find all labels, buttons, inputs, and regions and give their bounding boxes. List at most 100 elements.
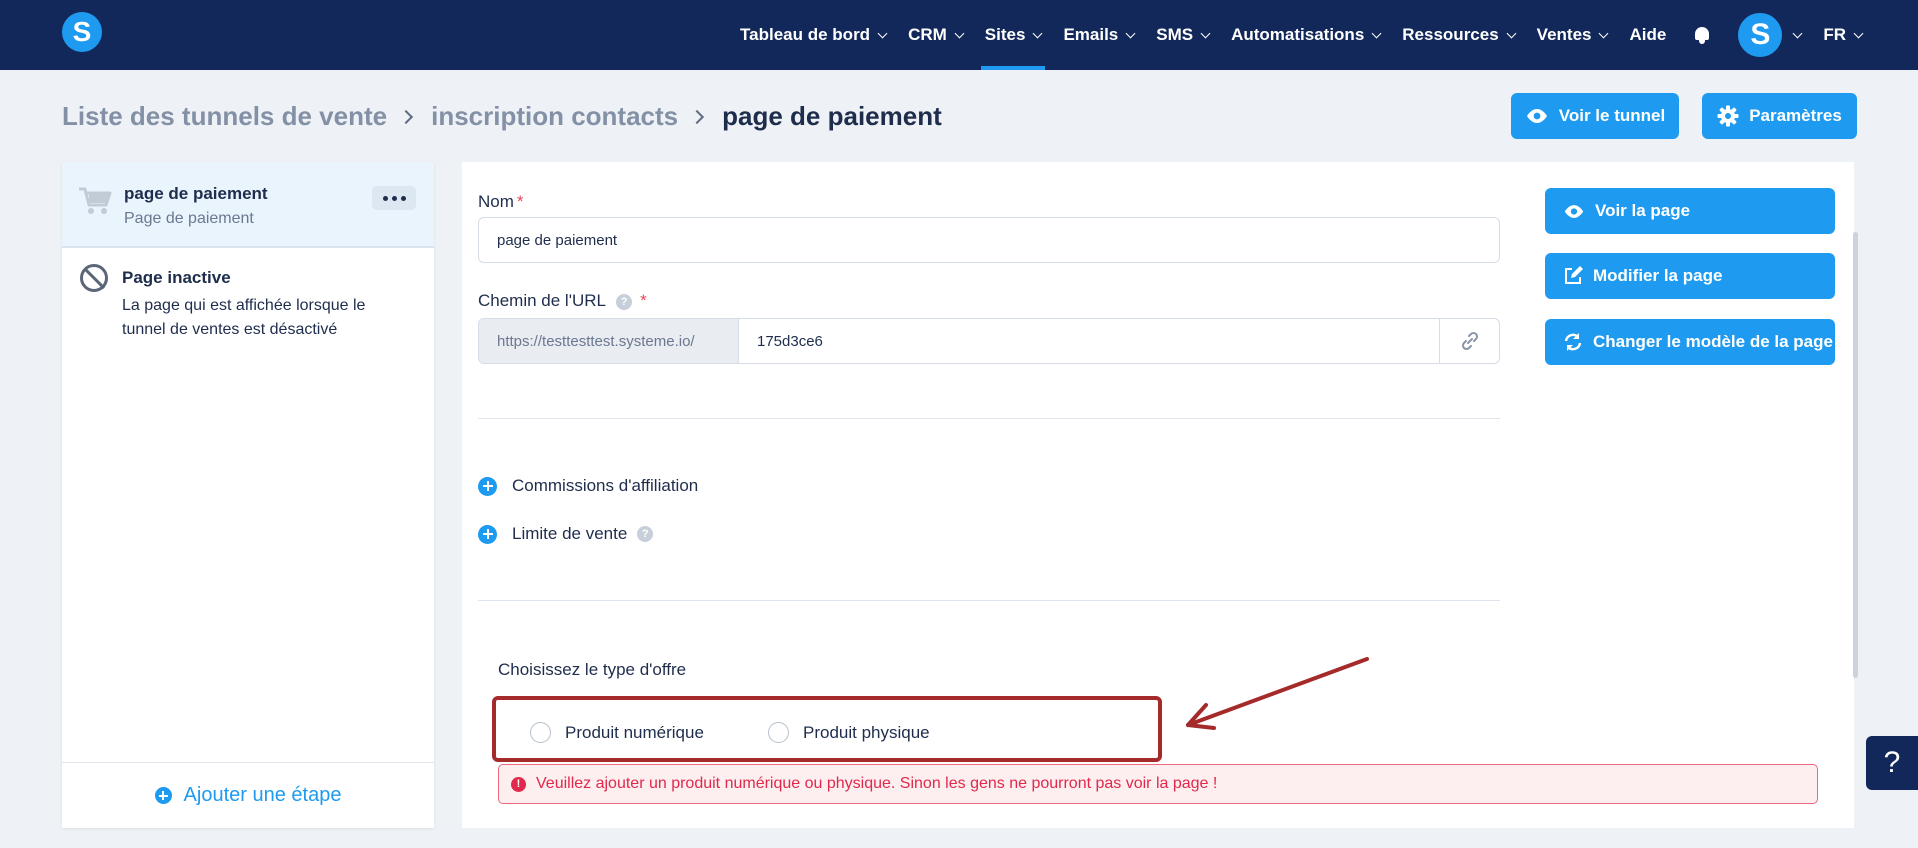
page-name-input[interactable]: page de paiement <box>478 217 1500 263</box>
radio-label: Produit numérique <box>565 722 704 742</box>
url-label-text: Chemin de l'URL <box>478 291 606 310</box>
avatar[interactable]: S <box>1738 13 1783 57</box>
language-selector[interactable]: FR <box>1823 0 1864 70</box>
url-prefix: https://testtesttest.systeme.io/ <box>479 319 739 363</box>
chevron-down-icon <box>1599 28 1609 38</box>
nav-label: CRM <box>908 25 947 44</box>
chevron-down-icon <box>1032 28 1043 38</box>
view-funnel-label: Voir le tunnel <box>1558 106 1666 125</box>
funnel-step-active[interactable]: page de paiement Page de paiement <box>62 162 434 248</box>
required-marker: * <box>516 192 524 211</box>
name-label-text: Nom <box>478 192 514 211</box>
breadcrumb-funnels[interactable]: Liste des tunnels de vente <box>62 101 387 132</box>
inactive-page-description: La page qui est affichée lorsque le tunn… <box>122 297 366 338</box>
nav-label: Emails <box>1063 25 1119 44</box>
name-label: Nom * <box>478 192 524 212</box>
main-nav: Tableau de bord CRM Sites Emails SMS Aut… <box>718 0 1864 70</box>
view-page-button[interactable]: Voir la page <box>1545 188 1835 234</box>
page-settings-panel: Nom * page de paiement Chemin de l'URL ? *… <box>462 162 1854 828</box>
chevron-right-icon <box>690 109 705 124</box>
radio-circle <box>530 722 551 743</box>
help-icon[interactable]: ? <box>637 526 654 542</box>
nav-tableau-de-bord[interactable]: Tableau de bord <box>740 0 888 70</box>
url-slug-input[interactable]: 175d3ce6 <box>739 319 1439 363</box>
add-step-button[interactable]: Ajouter une étape <box>62 762 434 828</box>
help-icon[interactable]: ? <box>616 293 633 310</box>
link-icon[interactable] <box>1439 319 1499 363</box>
step-title: page de paiement <box>124 184 268 203</box>
change-template-label: Changer le modèle de la page <box>1593 332 1833 351</box>
change-template-button[interactable]: Changer le modèle de la page <box>1545 319 1835 365</box>
breadcrumb: Liste des tunnels de vente inscription c… <box>62 101 942 132</box>
nav-emails[interactable]: Emails <box>1063 0 1136 70</box>
breadcrumb-funnel[interactable]: inscription contacts <box>431 101 678 132</box>
nav-automatisations[interactable]: Automatisations <box>1231 0 1382 70</box>
alert-icon: ! <box>511 776 526 792</box>
divider <box>478 600 1500 601</box>
view-funnel-button[interactable]: Voir le tunnel <box>1511 93 1679 139</box>
settings-label: Paramètres <box>1749 106 1842 125</box>
gear-icon <box>1717 105 1739 127</box>
chevron-right-icon <box>399 109 414 124</box>
url-path-field: https://testtesttest.systeme.io/ 175d3ce… <box>478 318 1500 364</box>
add-step-label: Ajouter une étape <box>183 784 342 806</box>
edit-icon <box>1565 266 1583 284</box>
error-alert: ! Veuillez ajouter un produit numérique … <box>498 764 1818 804</box>
nav-ressources[interactable]: Ressources <box>1402 0 1517 70</box>
chevron-down-icon <box>1371 28 1382 38</box>
required-marker: * <box>640 291 647 310</box>
nav-label: Aide <box>1629 25 1667 44</box>
nav-label: SMS <box>1156 25 1194 44</box>
divider <box>478 418 1500 419</box>
nav-label: Tableau de bord <box>740 25 871 44</box>
nav-label: Automatisations <box>1231 25 1365 44</box>
funnel-steps-sidebar: page de paiement Page de paiement Page i… <box>62 162 434 828</box>
radio-label: Produit physique <box>803 722 930 742</box>
eye-icon <box>1526 109 1547 123</box>
more-options-button[interactable] <box>372 186 416 210</box>
url-label: Chemin de l'URL ? * <box>478 291 647 311</box>
sales-limit-toggle[interactable]: Limite de vente ? <box>478 524 654 544</box>
chevron-down-icon[interactable] <box>1792 28 1803 38</box>
edit-page-label: Modifier la page <box>1593 266 1723 285</box>
chevron-down-icon <box>954 28 965 38</box>
top-navbar: S Tableau de bord CRM Sites Emails SMS A… <box>0 0 1918 70</box>
edit-page-button[interactable]: Modifier la page <box>1545 253 1835 299</box>
nav-sites[interactable]: Sites <box>980 0 1046 70</box>
cart-icon <box>79 187 112 214</box>
nav-crm[interactable]: CRM <box>908 0 965 70</box>
settings-button[interactable]: Paramètres <box>1702 93 1857 139</box>
help-widget-button[interactable]: ? <box>1866 736 1918 790</box>
chevron-down-icon <box>1125 28 1136 38</box>
eye-icon <box>1564 204 1584 218</box>
link-icon-svg <box>1461 331 1478 351</box>
radio-digital-product[interactable]: Produit numérique <box>530 722 704 743</box>
chevron-down-icon <box>1853 28 1864 38</box>
plus-circle-icon <box>478 524 497 544</box>
logo[interactable]: S <box>62 12 102 52</box>
offer-type-highlight-box: Produit numérique Produit physique <box>492 696 1162 762</box>
plus-circle-icon <box>154 787 172 804</box>
affiliate-commissions-label: Commissions d'affiliation <box>512 476 699 495</box>
nav-label: Ressources <box>1402 25 1499 44</box>
view-page-label: Voir la page <box>1595 201 1691 220</box>
sales-limit-label: Limite de vente <box>512 524 628 543</box>
annotation-arrow-icon <box>1186 657 1369 730</box>
chevron-down-icon <box>877 28 888 38</box>
nav-sms[interactable]: SMS <box>1156 0 1211 70</box>
refresh-icon <box>1564 333 1582 351</box>
chevron-down-icon <box>1506 28 1517 38</box>
bell-icon[interactable] <box>1692 25 1712 45</box>
step-type: Page de paiement <box>124 210 254 227</box>
radio-physical-product[interactable]: Produit physique <box>768 722 930 743</box>
nav-ventes[interactable]: Ventes <box>1537 0 1609 70</box>
inactive-page-title: Page inactive <box>122 268 231 287</box>
affiliate-commissions-toggle[interactable]: Commissions d'affiliation <box>478 476 698 496</box>
nav-aide[interactable]: Aide <box>1629 0 1666 70</box>
ban-icon <box>80 264 108 292</box>
scrollbar[interactable] <box>1853 232 1858 678</box>
chevron-down-icon <box>1200 28 1211 38</box>
radio-circle <box>768 722 789 743</box>
alert-message: Veuillez ajouter un produit numérique ou… <box>536 775 1218 792</box>
language-label: FR <box>1823 25 1846 44</box>
